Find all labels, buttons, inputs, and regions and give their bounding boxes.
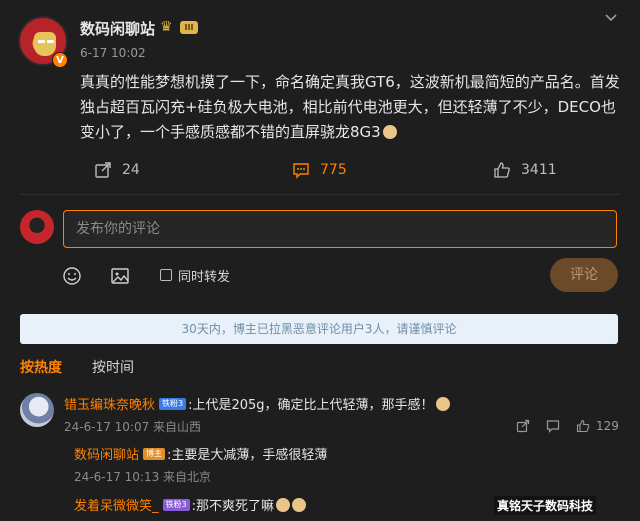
repost-checkbox-label[interactable]: 同时转发 bbox=[178, 266, 230, 285]
avatar-eye-left bbox=[38, 40, 45, 43]
reply-text: :那不爽死了嘛 bbox=[191, 499, 274, 514]
comment-actions: 129 bbox=[516, 418, 619, 434]
post-time[interactable]: 6-17 10:02 bbox=[80, 46, 146, 60]
repost-count: 24 bbox=[122, 162, 140, 178]
author-badge: 博主 bbox=[143, 447, 166, 460]
thumbs-up-icon[interactable] bbox=[576, 419, 590, 433]
reply-author-name[interactable]: 数码闲聊站 bbox=[74, 444, 139, 463]
comment-input[interactable]: 发布你的评论 bbox=[63, 210, 617, 248]
divider bbox=[20, 194, 620, 195]
tab-sort-time[interactable]: 按时间 bbox=[92, 357, 134, 377]
reply-icon[interactable] bbox=[546, 419, 560, 433]
comment-text: :上代是205g，确定比上代轻薄，那手感！ bbox=[188, 398, 434, 413]
fan-badge: 铁粉3 bbox=[162, 498, 190, 511]
level-badge: III bbox=[180, 21, 198, 34]
tab-sort-hot[interactable]: 按热度 bbox=[20, 357, 62, 377]
repost-checkbox[interactable] bbox=[160, 269, 172, 281]
repost-button[interactable]: 24 bbox=[94, 158, 140, 182]
share-icon[interactable] bbox=[516, 419, 530, 433]
cat-emoji-icon bbox=[435, 396, 450, 411]
comment-meta: 24-6-17 10:07 来自山西 bbox=[64, 420, 202, 434]
verified-badge: V bbox=[52, 52, 68, 68]
like-count: 3411 bbox=[521, 162, 557, 178]
reply-meta: 24-6-17 10:13 来自北京 bbox=[74, 470, 212, 484]
cat-emoji-icon bbox=[276, 497, 290, 512]
repost-icon bbox=[95, 162, 111, 178]
comment-icon bbox=[293, 163, 309, 179]
reply-text: :主要是大减薄，手感很轻薄 bbox=[167, 448, 328, 463]
thumbs-up-icon bbox=[494, 162, 510, 178]
post-text: 真真的性能梦想机摸了一下，命名确定真我GT6，这波新机最简短的产品名。首发独占超… bbox=[80, 70, 620, 145]
post-body: 真真的性能梦想机摸了一下，命名确定真我GT6，这波新机最简短的产品名。首发独占超… bbox=[80, 73, 620, 141]
cat-emoji-icon bbox=[382, 125, 397, 139]
watermark: 真铭天子数码科技 bbox=[494, 496, 597, 515]
user-avatar[interactable] bbox=[20, 210, 54, 244]
comment-count: 775 bbox=[320, 162, 347, 178]
submit-comment-button[interactable]: 评论 bbox=[550, 258, 618, 292]
reply-author-name[interactable]: 发着呆微微笑_ bbox=[74, 495, 159, 514]
reply-header: 数码闲聊站 博主 :主要是大减薄，手感很轻薄 bbox=[74, 444, 327, 463]
reply-header: 发着呆微微笑_ 铁粉3 :那不爽死了嘛 bbox=[74, 495, 306, 514]
comment-header: 错玉编珠奈晚秋 铁粉3 :上代是205g，确定比上代轻薄，那手感！ bbox=[64, 394, 450, 413]
avatar-face bbox=[34, 32, 56, 56]
commenter-name[interactable]: 错玉编珠奈晚秋 bbox=[64, 394, 155, 413]
emoji-icon[interactable] bbox=[62, 266, 82, 286]
chevron-down-icon[interactable] bbox=[604, 12, 620, 26]
fan-badge: 铁粉3 bbox=[159, 397, 187, 410]
comment-button[interactable]: 775 bbox=[292, 158, 347, 182]
comment-like-count: 129 bbox=[596, 419, 619, 433]
crown-icon: ♛ bbox=[160, 19, 173, 35]
author-name[interactable]: 数码闲聊站 bbox=[80, 18, 155, 39]
moderation-notice: 30天内，博主已拉黑恶意评论用户3人，请谨慎评论 bbox=[20, 314, 618, 344]
commenter-avatar[interactable] bbox=[20, 393, 54, 427]
like-button[interactable]: 3411 bbox=[493, 158, 557, 182]
cat-emoji-icon bbox=[292, 497, 306, 512]
avatar-eye-right bbox=[47, 40, 54, 43]
image-icon[interactable] bbox=[110, 266, 130, 286]
